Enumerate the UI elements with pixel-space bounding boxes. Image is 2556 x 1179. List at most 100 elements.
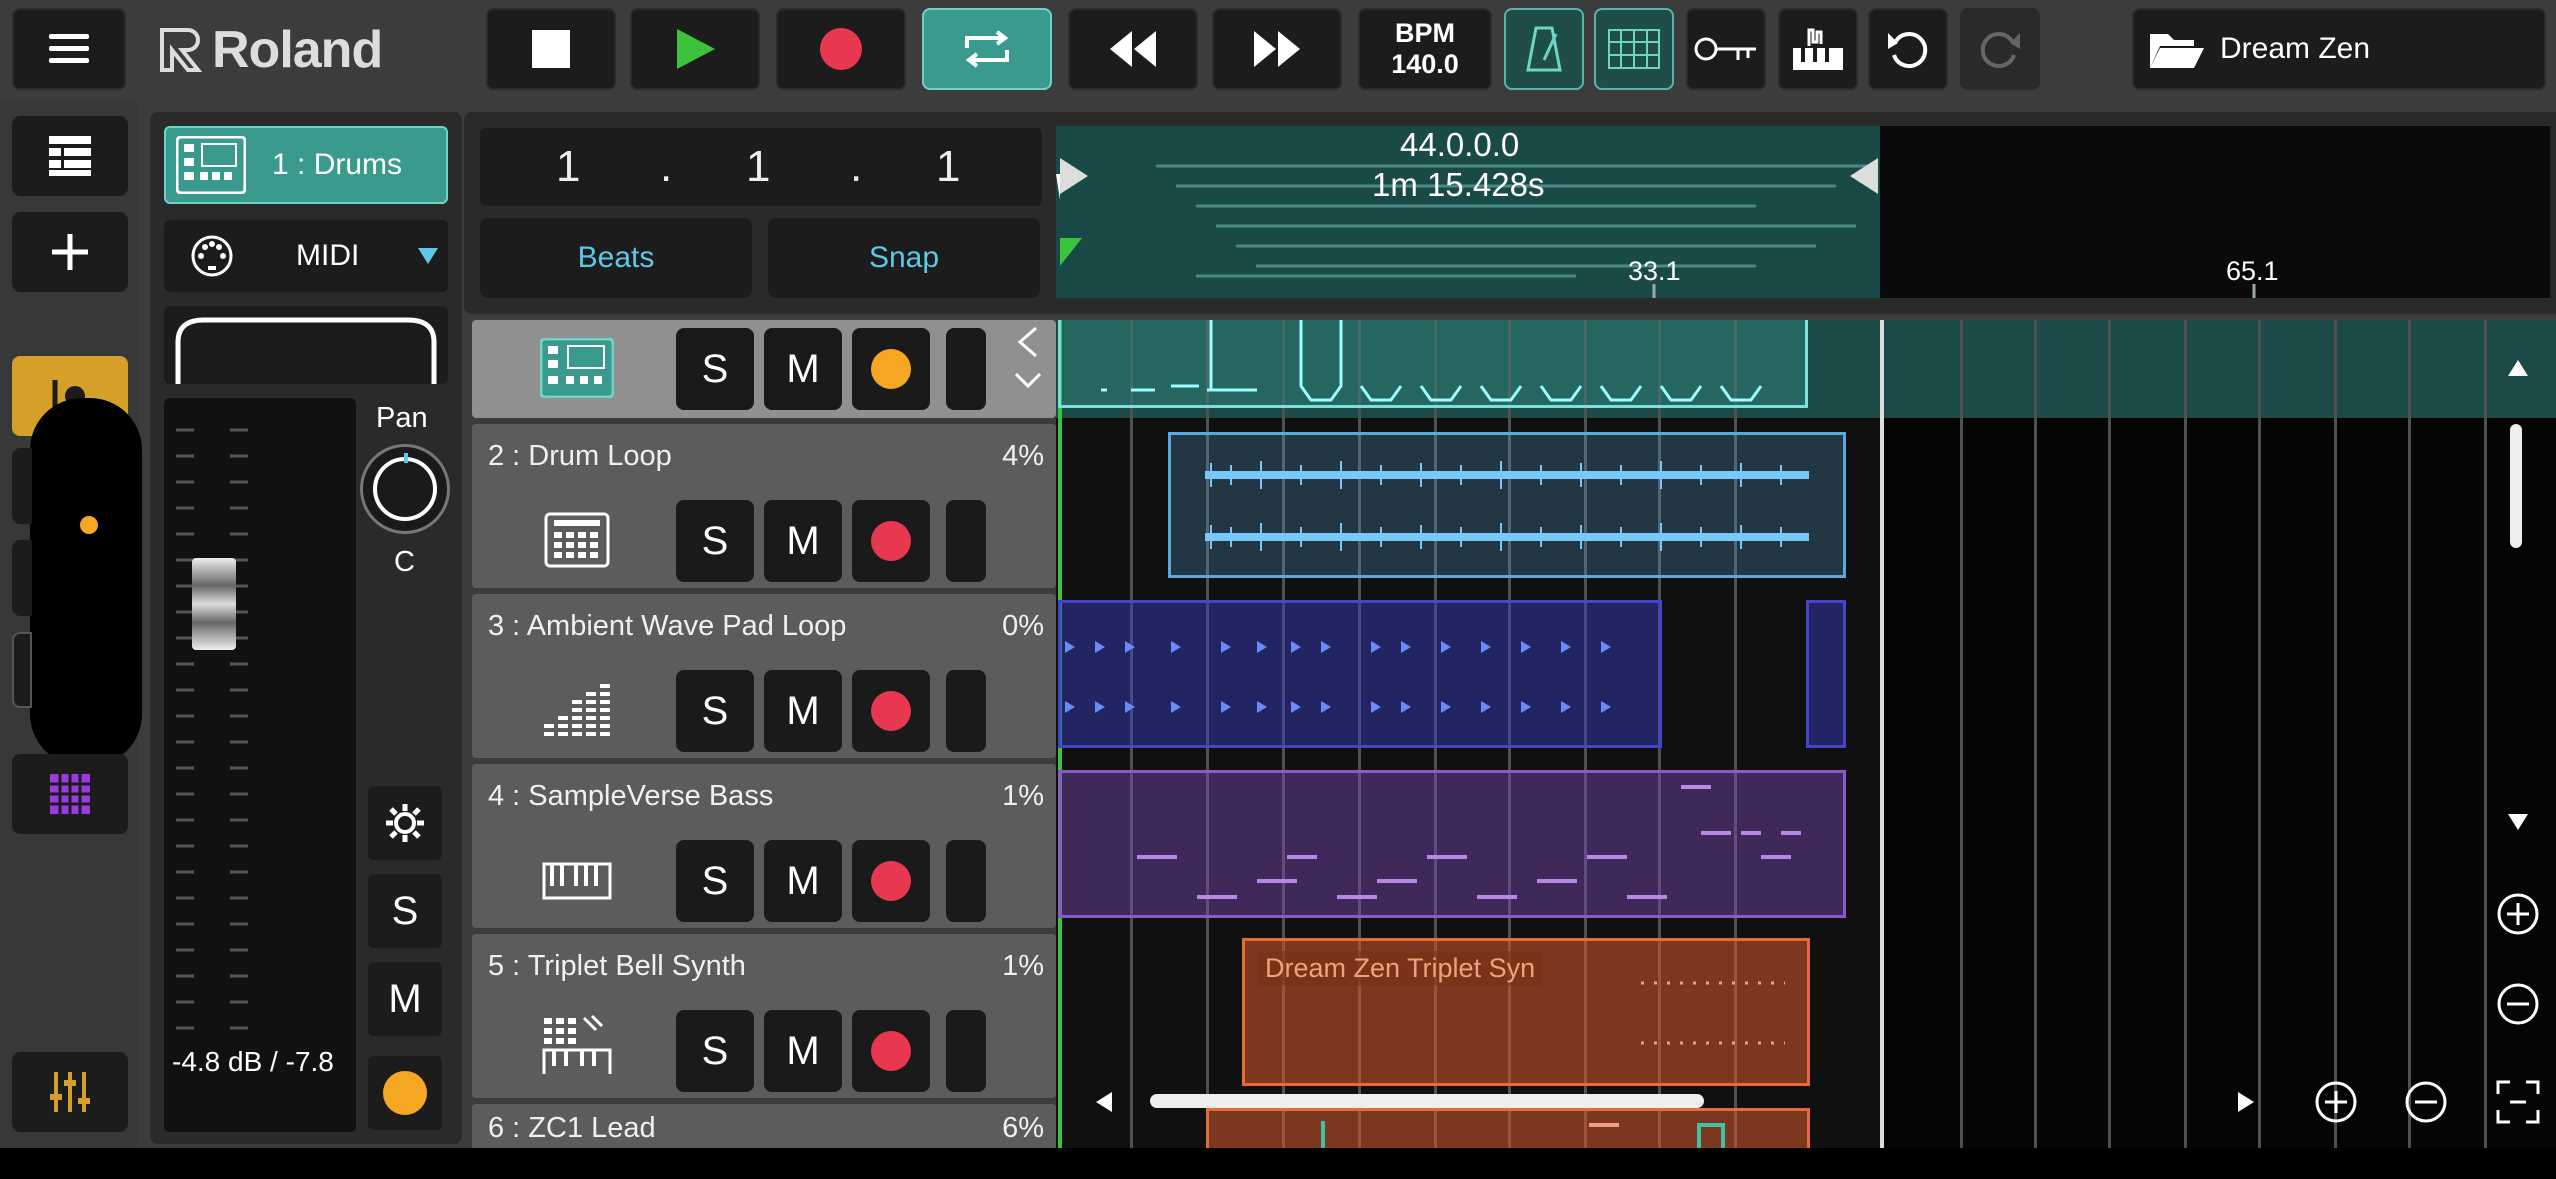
midi-input-selector[interactable]: MIDI bbox=[164, 220, 448, 292]
timeline-position: 44.0.0.0 bbox=[1400, 126, 1520, 163]
zoom-in-vertical-icon[interactable] bbox=[2496, 892, 2540, 936]
bpm-display[interactable]: BPM 140.0 bbox=[1358, 8, 1492, 90]
position-sep-2: . bbox=[850, 142, 863, 191]
pad-grid-icon bbox=[50, 774, 90, 814]
loop-button[interactable] bbox=[922, 8, 1052, 90]
track-2-solo[interactable]: S bbox=[676, 500, 754, 582]
track-5-record[interactable] bbox=[852, 1010, 930, 1092]
fast-forward-button[interactable] bbox=[1212, 8, 1342, 90]
bass-clip[interactable] bbox=[1058, 770, 1846, 918]
track-1-arm[interactable] bbox=[852, 328, 930, 410]
undo-button[interactable] bbox=[1868, 8, 1948, 90]
track-5-extra[interactable] bbox=[946, 1010, 986, 1092]
metronome-icon bbox=[1526, 26, 1562, 72]
track-header-4[interactable]: 4 : SampleVerse Bass 1% S M bbox=[472, 764, 1056, 928]
scroll-up-arrow-icon[interactable] bbox=[2506, 358, 2530, 378]
play-button[interactable] bbox=[630, 8, 760, 90]
track-3-record[interactable] bbox=[852, 670, 930, 752]
ambient-pad-clip[interactable] bbox=[1058, 600, 1662, 748]
solo-label: S bbox=[701, 688, 729, 733]
position-counter[interactable]: 1 . 1 . 1 bbox=[480, 128, 1042, 206]
sidebar-tab-1[interactable] bbox=[12, 448, 32, 524]
playhead-marker-icon[interactable] bbox=[1060, 238, 1084, 268]
rewind-button[interactable] bbox=[1068, 8, 1198, 90]
track-1-solo[interactable]: S bbox=[676, 328, 754, 410]
position-sep-1: . bbox=[660, 142, 673, 191]
menu-button[interactable] bbox=[12, 8, 126, 90]
drums-clip[interactable] bbox=[1058, 320, 1808, 408]
loop-end-line bbox=[1880, 320, 1884, 1148]
track-2-mute[interactable]: M bbox=[764, 500, 842, 582]
beats-button[interactable]: Beats bbox=[480, 218, 752, 298]
horizontal-scrollbar-thumb[interactable] bbox=[1150, 1094, 1704, 1108]
track-3-extra[interactable] bbox=[946, 670, 986, 752]
inspector-arm-button[interactable] bbox=[366, 1054, 444, 1132]
track-settings-button[interactable] bbox=[366, 784, 444, 862]
track-1-extra[interactable] bbox=[946, 328, 986, 410]
record-icon bbox=[871, 861, 911, 901]
zoom-out-horizontal-icon[interactable] bbox=[2404, 1080, 2448, 1124]
plus-icon bbox=[52, 234, 88, 270]
project-button[interactable]: Dream Zen bbox=[2132, 8, 2546, 90]
track-5-solo[interactable]: S bbox=[676, 1010, 754, 1092]
stop-button[interactable] bbox=[486, 8, 616, 90]
position-bar: 1 bbox=[556, 142, 581, 191]
loop-start-marker-icon[interactable] bbox=[1058, 156, 1092, 196]
track-header-1[interactable]: S M bbox=[472, 320, 1056, 418]
zoom-out-vertical-icon[interactable] bbox=[2496, 982, 2540, 1026]
track-4-mute[interactable]: M bbox=[764, 840, 842, 922]
track-3-mute[interactable]: M bbox=[764, 670, 842, 752]
level-readout: -4.8 dB / -7.8 bbox=[172, 1046, 334, 1077]
project-name: Dream Zen bbox=[2220, 32, 2371, 65]
drum-pad-icon bbox=[544, 512, 610, 568]
drum-loop-clip[interactable] bbox=[1168, 432, 1846, 578]
inspector-solo-button[interactable]: S bbox=[366, 872, 444, 950]
pad-button[interactable] bbox=[12, 754, 128, 834]
level-bars-icon bbox=[544, 684, 610, 736]
key-button[interactable] bbox=[1686, 8, 1766, 90]
pan-knob[interactable] bbox=[360, 444, 450, 534]
track-header-6[interactable]: 6 : ZC1 Lead 6% bbox=[472, 1104, 1056, 1148]
vertical-scrollbar-thumb[interactable] bbox=[2510, 424, 2522, 548]
track-4-extra[interactable] bbox=[946, 840, 986, 922]
sidebar-tab-3[interactable] bbox=[12, 632, 32, 708]
triplet-bell-clip[interactable]: Dream Zen Triplet Syn bbox=[1242, 938, 1810, 1086]
timeline-time: 1m 15.428s bbox=[1372, 166, 1545, 203]
mixer-keys-button[interactable] bbox=[1778, 8, 1858, 90]
record-button[interactable] bbox=[776, 8, 906, 90]
mute-label: M bbox=[786, 858, 820, 903]
track-header-3[interactable]: 3 : Ambient Wave Pad Loop 0% S M bbox=[472, 594, 1056, 758]
metronome-button[interactable] bbox=[1504, 8, 1584, 90]
add-track-button[interactable] bbox=[12, 212, 128, 292]
track-header-5[interactable]: 5 : Triplet Bell Synth 1% S M bbox=[472, 934, 1056, 1098]
scroll-right-arrow-icon[interactable] bbox=[2236, 1090, 2256, 1114]
redo-button[interactable] bbox=[1960, 8, 2040, 90]
track-4-record[interactable] bbox=[852, 840, 930, 922]
sidebar-tab-2[interactable] bbox=[12, 540, 32, 616]
fit-to-screen-icon[interactable] bbox=[2496, 1080, 2540, 1124]
volume-fader-handle[interactable] bbox=[192, 558, 236, 650]
scroll-left-arrow-icon[interactable] bbox=[1094, 1090, 1114, 1114]
zc1-lead-clip[interactable] bbox=[1206, 1108, 1810, 1151]
track-3-solo[interactable]: S bbox=[676, 670, 754, 752]
track-list-button[interactable] bbox=[12, 116, 128, 196]
track-2-extra[interactable] bbox=[946, 500, 986, 582]
track-4-solo[interactable]: S bbox=[676, 840, 754, 922]
track-5-mute[interactable]: M bbox=[764, 1010, 842, 1092]
zoom-in-horizontal-icon[interactable] bbox=[2314, 1080, 2358, 1124]
scroll-down-arrow-icon[interactable] bbox=[2506, 812, 2530, 832]
envelope-display[interactable] bbox=[164, 306, 448, 384]
ambient-pad-clip-2[interactable] bbox=[1806, 600, 1846, 748]
inspector-track-selector[interactable]: 1 : Drums bbox=[164, 126, 448, 204]
inspector-mute-button[interactable]: M bbox=[366, 960, 444, 1038]
grid-button[interactable] bbox=[1594, 8, 1674, 90]
mixer-button[interactable] bbox=[12, 1052, 128, 1132]
track-1-mute[interactable]: M bbox=[764, 328, 842, 410]
track-header-2[interactable]: 2 : Drum Loop 4% S M bbox=[472, 424, 1056, 588]
midi-label: MIDI bbox=[296, 239, 360, 272]
snap-button[interactable]: Snap bbox=[768, 218, 1040, 298]
timeline-ruler[interactable]: 44.0.0.0 1m 15.428s 33.1 65.1 bbox=[1056, 126, 2550, 298]
loop-end-marker-icon[interactable] bbox=[1846, 156, 1880, 196]
collapse-chevrons-icon[interactable] bbox=[1012, 324, 1042, 404]
track-2-record[interactable] bbox=[852, 500, 930, 582]
